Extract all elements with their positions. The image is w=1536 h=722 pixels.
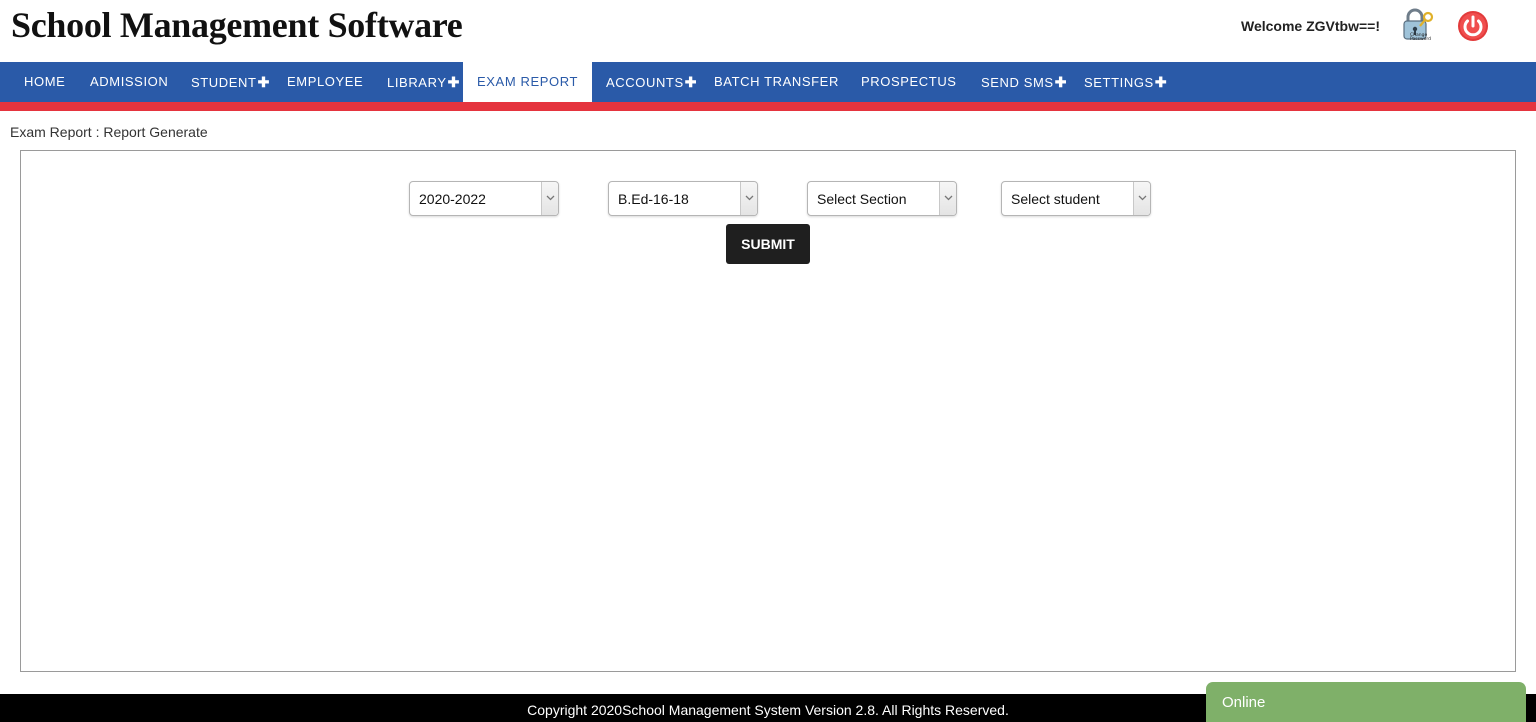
online-chat-widget[interactable]: Online — [1206, 682, 1526, 722]
nav-send-sms[interactable]: SEND SMS✚ — [981, 62, 1067, 102]
nav-student[interactable]: STUDENT✚ — [191, 62, 270, 102]
welcome-text: Welcome ZGVtbw==! — [1241, 18, 1380, 34]
nav-settings[interactable]: SETTINGS✚ — [1084, 62, 1167, 102]
section-value: Select Section — [817, 191, 907, 207]
nav-employee[interactable]: EMPLOYEE — [287, 62, 363, 102]
nav-home[interactable]: HOME — [24, 62, 65, 102]
chevron-down-icon — [745, 195, 754, 201]
dropdown-arrow — [740, 182, 757, 215]
student-value: Select student — [1011, 191, 1100, 207]
nav-library[interactable]: LIBRARY✚ — [387, 62, 460, 102]
dropdown-arrow — [541, 182, 558, 215]
nav-admission[interactable]: ADMISSION — [90, 62, 168, 102]
breadcrumb: Exam Report : Report Generate — [10, 124, 208, 140]
nav-accent-strip — [0, 102, 1536, 111]
chevron-down-icon — [546, 195, 555, 201]
submit-button[interactable]: SUBMIT — [726, 224, 810, 264]
padlock-key-icon[interactable]: Change Password — [1399, 8, 1435, 42]
plus-icon: ✚ — [447, 74, 460, 90]
session-value: 2020-2022 — [419, 191, 486, 207]
power-icon[interactable] — [1457, 10, 1489, 42]
svg-text:Password: Password — [1410, 36, 1431, 42]
chevron-down-icon — [1138, 195, 1147, 201]
dropdown-arrow — [939, 182, 956, 215]
plus-icon: ✚ — [1054, 74, 1068, 90]
chevron-down-icon — [944, 195, 953, 201]
top-header: School Management Software Welcome ZGVtb… — [0, 0, 1536, 62]
plus-icon: ✚ — [1154, 74, 1168, 90]
main-nav: HOME ADMISSION STUDENT✚ EMPLOYEE LIBRARY… — [0, 62, 1536, 102]
nav-accounts[interactable]: ACCOUNTS✚ — [606, 62, 697, 102]
dropdown-arrow — [1133, 182, 1150, 215]
course-value: B.Ed-16-18 — [618, 191, 689, 207]
plus-icon: ✚ — [257, 74, 270, 90]
student-select[interactable]: Select student — [1001, 181, 1151, 216]
nav-prospectus[interactable]: PROSPECTUS — [861, 62, 957, 102]
nav-batch-transfer[interactable]: BATCH TRANSFER — [714, 62, 839, 102]
course-select[interactable]: B.Ed-16-18 — [608, 181, 758, 216]
nav-exam-report[interactable]: EXAM REPORT — [463, 62, 592, 102]
section-select[interactable]: Select Section — [807, 181, 957, 216]
session-select[interactable]: 2020-2022 — [409, 181, 559, 216]
chat-status: Online — [1222, 694, 1266, 711]
site-title: School Management Software — [11, 5, 463, 45]
plus-icon: ✚ — [684, 74, 698, 90]
